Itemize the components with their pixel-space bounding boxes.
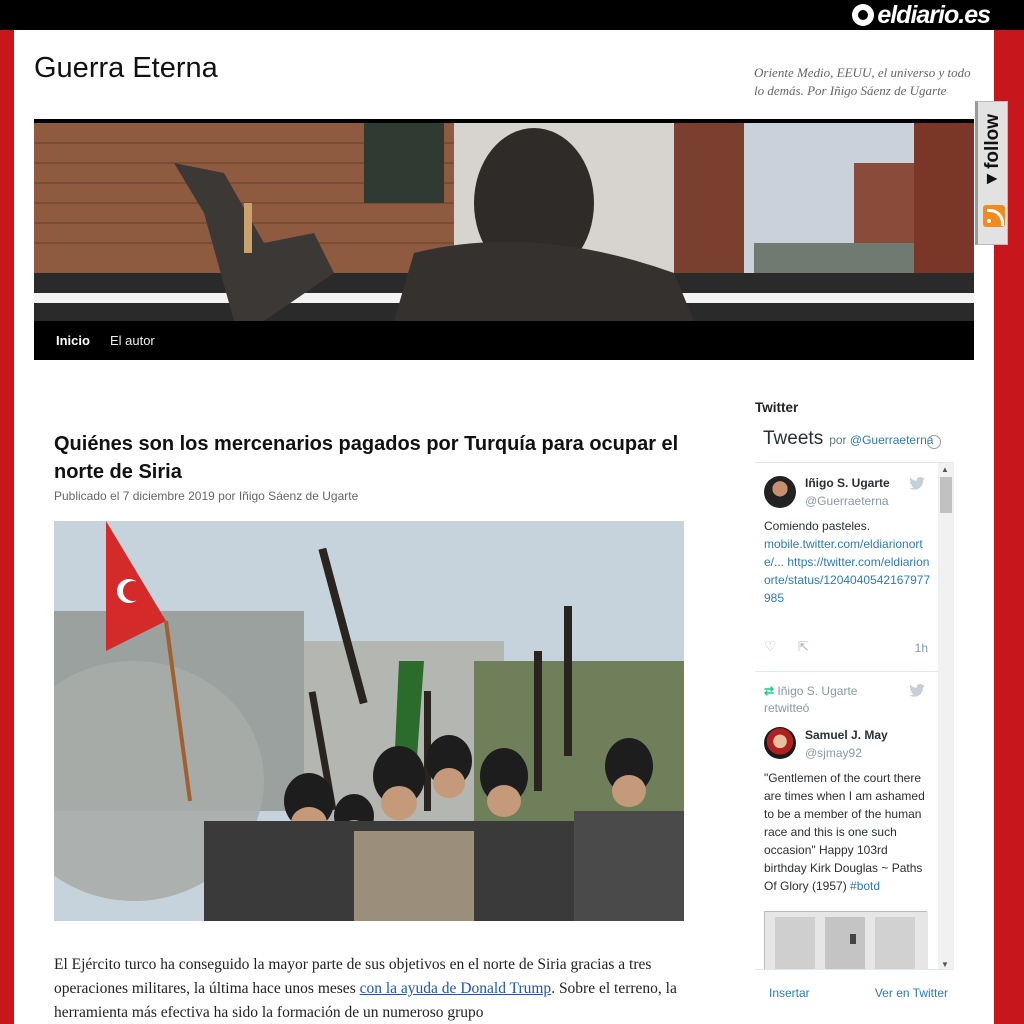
post-meta: Publicado el 7 diciembre 2019 por Iñigo … xyxy=(54,489,358,503)
retweet-icon: ⇄ xyxy=(764,684,775,698)
tweet-media-thumbnail[interactable] xyxy=(764,911,928,969)
avatar[interactable] xyxy=(764,476,796,508)
twitter-bird-icon[interactable] xyxy=(909,476,925,490)
heart-icon[interactable]: ♡ xyxy=(764,638,777,654)
tweet-actions: ♡ ⇱ xyxy=(764,638,934,655)
follow-label[interactable]: ◂follow xyxy=(982,114,1004,191)
tweet-time[interactable]: 1h xyxy=(915,641,928,655)
share-icon[interactable]: ⇱ xyxy=(798,639,809,654)
tweet-text: "Gentlemen of the court there are times … xyxy=(764,769,932,895)
twitter-widget-by-label: por xyxy=(829,433,847,447)
retweet-label: retwitteó xyxy=(764,701,810,715)
twitter-widget-handle[interactable]: @Guerraeterna xyxy=(850,433,934,447)
site-description: Oriente Medio, EEUU, el universo y todo … xyxy=(754,65,971,98)
main-nav: Inicio El autor xyxy=(34,321,974,360)
tweet-text-body: "Gentlemen of the court there are times … xyxy=(764,771,925,893)
twitter-widget-heading[interactable]: Tweets xyxy=(763,428,823,450)
tweet-media-illustration xyxy=(765,912,928,969)
post-meta-by: por xyxy=(218,489,236,503)
eldiario-logo[interactable]: eldiario.es xyxy=(852,0,991,29)
follow-label-text: follow xyxy=(982,114,1003,169)
page-container: Guerra Eterna Oriente Medio, EEUU, el un… xyxy=(14,30,994,1024)
twitter-widget-footer: Insertar Ver en Twitter xyxy=(755,986,954,1000)
header-statue-illustration xyxy=(34,123,974,321)
tweet-author-handle[interactable]: @Guerraeterna xyxy=(805,494,889,508)
twitter-scrollbar[interactable]: ▲ ▼ xyxy=(938,463,954,969)
twitter-timeline[interactable]: Iñigo S. Ugarte @Guerraeterna Comiendo p… xyxy=(755,462,954,970)
post-date-link[interactable]: 7 diciembre 2019 xyxy=(123,489,215,503)
twitter-widget-by: por @Guerraeterna xyxy=(829,433,933,447)
follow-widget[interactable]: ◂follow xyxy=(975,101,1008,245)
tweet-author-handle[interactable]: @sjmay92 xyxy=(805,746,862,760)
retweet-line: ⇄ Iñigo S. Ugarte retwitteó xyxy=(764,683,857,717)
retweeted-by[interactable]: Iñigo S. Ugarte xyxy=(777,684,857,698)
scrollbar-thumb[interactable] xyxy=(940,477,952,513)
tweet-item[interactable]: ⇄ Iñigo S. Ugarte retwitteó Samuel J. Ma… xyxy=(755,671,938,969)
header-image[interactable] xyxy=(34,119,974,321)
tweet-link-2[interactable]: https://twitter.com/eldiarionorte/status… xyxy=(764,555,930,605)
tweet-item[interactable]: Iñigo S. Ugarte @Guerraeterna Comiendo p… xyxy=(755,463,938,671)
view-on-twitter-link[interactable]: Ver en Twitter xyxy=(875,986,948,1000)
scroll-up-icon[interactable]: ▲ xyxy=(941,465,949,474)
post-author-link[interactable]: Iñigo Sáenz de Ugarte xyxy=(239,489,358,503)
post-image xyxy=(54,521,684,921)
post-title[interactable]: Quiénes son los mercenarios pagados por … xyxy=(54,430,694,486)
post-meta-prefix: Publicado el xyxy=(54,489,120,503)
twitter-widget-header: Tweets por @Guerraeterna xyxy=(763,428,933,450)
nav-item-el-autor[interactable]: El autor xyxy=(110,333,155,348)
tweet-author-name[interactable]: Iñigo S. Ugarte xyxy=(805,476,890,490)
tweet-hashtag[interactable]: #botd xyxy=(850,879,880,893)
twitter-bird-icon[interactable] xyxy=(909,683,925,697)
fighters-photo-illustration xyxy=(54,521,684,921)
tweet-author-name[interactable]: Samuel J. May xyxy=(805,728,888,742)
top-bar: eldiario.es xyxy=(0,0,1024,30)
twitter-widget: Tweets por @Guerraeterna Iñigo S. Ugarte… xyxy=(755,422,954,1016)
tweet-text: Comiendo pasteles. mobile.twitter.com/el… xyxy=(764,517,932,607)
tweet-text-body: Comiendo pasteles. xyxy=(764,519,871,533)
nav-item-inicio[interactable]: Inicio xyxy=(56,333,90,348)
post-body: El Ejército turco ha conseguido la mayor… xyxy=(54,953,694,1024)
embed-link[interactable]: Insertar xyxy=(769,986,810,1000)
eldiario-logo-mark-icon xyxy=(852,4,875,26)
rss-icon[interactable] xyxy=(983,205,1005,227)
site-title[interactable]: Guerra Eterna xyxy=(34,52,218,85)
eldiario-logo-text: eldiario.es xyxy=(877,0,991,29)
post-body-link-trump[interactable]: con la ayuda de Donald Trump xyxy=(360,980,552,997)
avatar[interactable] xyxy=(764,727,796,759)
scroll-down-icon[interactable]: ▼ xyxy=(941,960,949,969)
sidebar-twitter-title: Twitter xyxy=(755,400,799,415)
info-icon[interactable] xyxy=(927,435,941,449)
